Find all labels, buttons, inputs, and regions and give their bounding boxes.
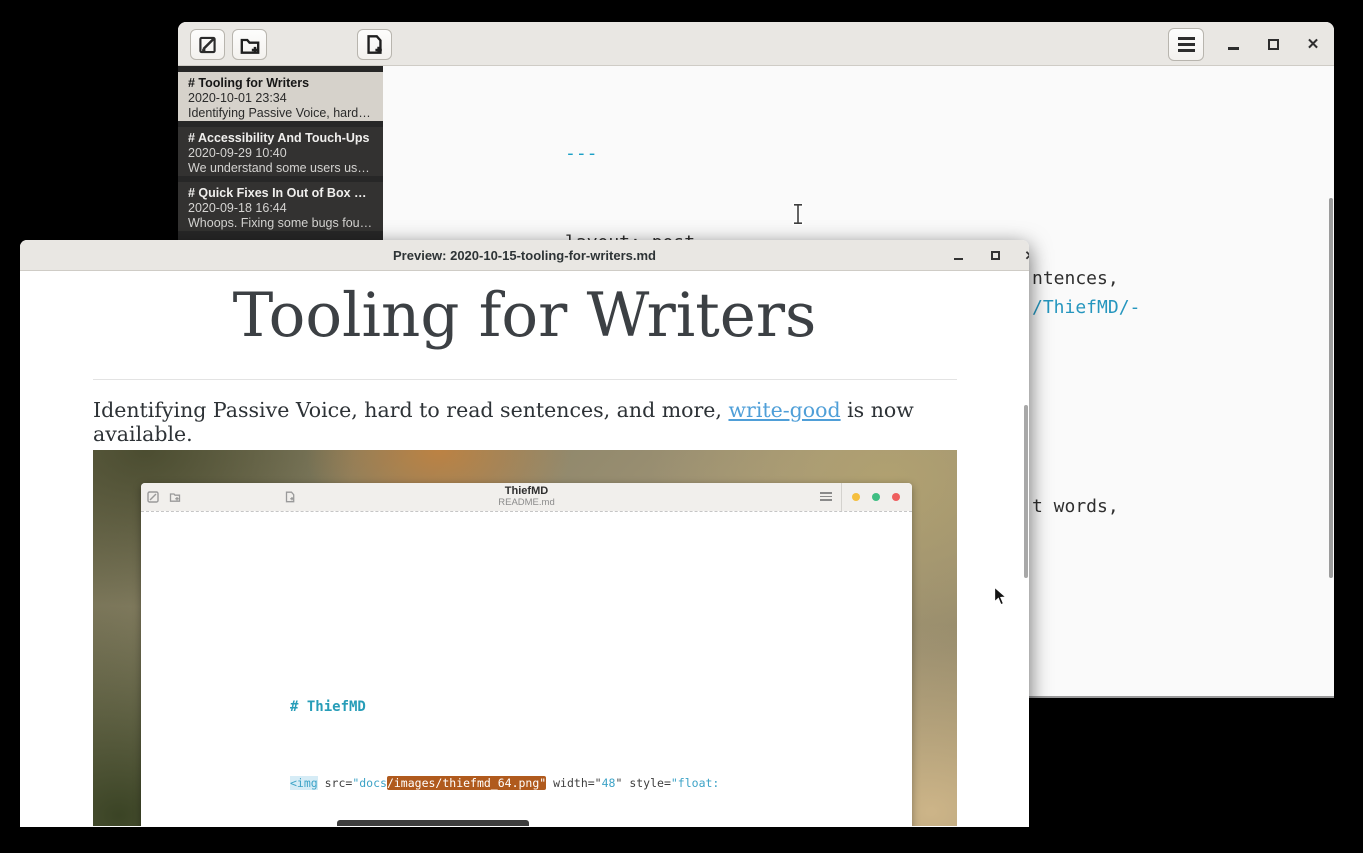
occluded-text-fragment: ntences,: [1032, 264, 1119, 294]
minimize-icon: [1228, 47, 1239, 50]
toggle-view-button[interactable]: [190, 29, 225, 60]
maximize-icon: [991, 251, 1000, 260]
sheet-preview: Whoops. Fixing some bugs fou…: [188, 216, 373, 231]
article-intro: Identifying Passive Voice, hard to read …: [93, 398, 956, 446]
close-button[interactable]: ✕: [1302, 34, 1324, 54]
sidebar-item-accessibility[interactable]: # Accessibility And Touch-Ups 2020-09-29…: [178, 127, 383, 176]
maximize-button[interactable]: [1262, 34, 1284, 54]
screenshot-titlebar: ThiefMD README.md: [141, 483, 912, 511]
main-toolbar: ✕: [178, 22, 1334, 66]
green-dot-icon: [872, 493, 880, 501]
code-heading: # ThiefMD: [290, 698, 892, 716]
yellow-dot-icon: [852, 493, 860, 501]
frontmatter-delimiter: ---: [565, 139, 847, 169]
sheet-date: 2020-09-18 16:44: [188, 201, 373, 216]
write-good-link[interactable]: write-good: [728, 398, 840, 422]
maximize-icon: [1268, 39, 1279, 50]
editor-scrollbar[interactable]: [1329, 198, 1333, 578]
app-menu-button[interactable]: [1168, 28, 1204, 61]
close-icon: ✕: [1025, 249, 1029, 262]
screenshot-editor-area: # ThiefMD <img src="docs/images/thiefmd_…: [141, 511, 912, 826]
sidebar-item-tooling-for-writers[interactable]: # Tooling for Writers 2020-10-01 23:34 I…: [178, 72, 383, 121]
close-icon: ✕: [1307, 37, 1320, 52]
screenshot-title-stack: ThiefMD README.md: [141, 485, 912, 509]
sheet-title: # Tooling for Writers: [188, 75, 373, 91]
preview-maximize-button[interactable]: [985, 246, 1005, 265]
red-dot-icon: [892, 493, 900, 501]
add-file-button[interactable]: [357, 29, 392, 60]
screenshot-window-subtitle: README.md: [141, 497, 912, 509]
article-heading: Tooling for Writers: [20, 279, 1029, 353]
preview-titlebar[interactable]: Preview: 2020-10-15-tooling-for-writers.…: [20, 240, 1029, 271]
occluded-text-fragment: t words,: [1032, 492, 1119, 522]
code-line: <img src="docs/images/thiefmd_64.png" wi…: [290, 774, 892, 792]
preview-window-title: Preview: 2020-10-15-tooling-for-writers.…: [393, 248, 656, 263]
new-file-icon: [365, 34, 384, 55]
preview-content: Tooling for Writers Identifying Passive …: [20, 271, 1029, 826]
add-folder-button[interactable]: [232, 29, 267, 60]
sheet-title: # Quick Fixes In Out of Box …: [188, 185, 373, 201]
screenshot-window-title: ThiefMD: [141, 485, 912, 497]
new-folder-icon: [239, 35, 261, 55]
clipped-tooltip: [337, 820, 529, 826]
preview-minimize-button[interactable]: [948, 246, 968, 265]
minimize-icon: [954, 258, 963, 261]
minimize-button[interactable]: [1222, 34, 1244, 54]
screenshot-thiefmd-window: ThiefMD README.md # ThiefMD <img src="do…: [141, 483, 912, 826]
sheet-preview: Identifying Passive Voice, hard…: [188, 106, 373, 121]
mini-hamburger-icon: [820, 492, 832, 501]
sheet-date: 2020-09-29 10:40: [188, 146, 373, 161]
sheet-title: # Accessibility And Touch-Ups: [188, 130, 373, 146]
sheet-preview: We understand some users us…: [188, 161, 373, 176]
editor-mode-icon: [197, 35, 218, 55]
heading-divider: [93, 379, 957, 380]
titlebar-separator: [841, 483, 842, 511]
article-screenshot-image: ThiefMD README.md # ThiefMD <img src="do…: [93, 450, 957, 826]
screenshot-markdown-code: # ThiefMD <img src="docs/images/thiefmd_…: [290, 662, 892, 826]
occluded-link-fragment[interactable]: /ThiefMD/-: [1032, 293, 1140, 323]
preview-close-button[interactable]: ✕: [1020, 246, 1029, 265]
preview-scrollbar[interactable]: [1024, 405, 1028, 578]
preview-window: Preview: 2020-10-15-tooling-for-writers.…: [20, 240, 1029, 827]
sidebar-item-quick-fixes[interactable]: # Quick Fixes In Out of Box … 2020-09-18…: [178, 182, 383, 231]
sheet-date: 2020-10-01 23:34: [188, 91, 373, 106]
intro-text: Identifying Passive Voice, hard to read …: [93, 398, 728, 422]
